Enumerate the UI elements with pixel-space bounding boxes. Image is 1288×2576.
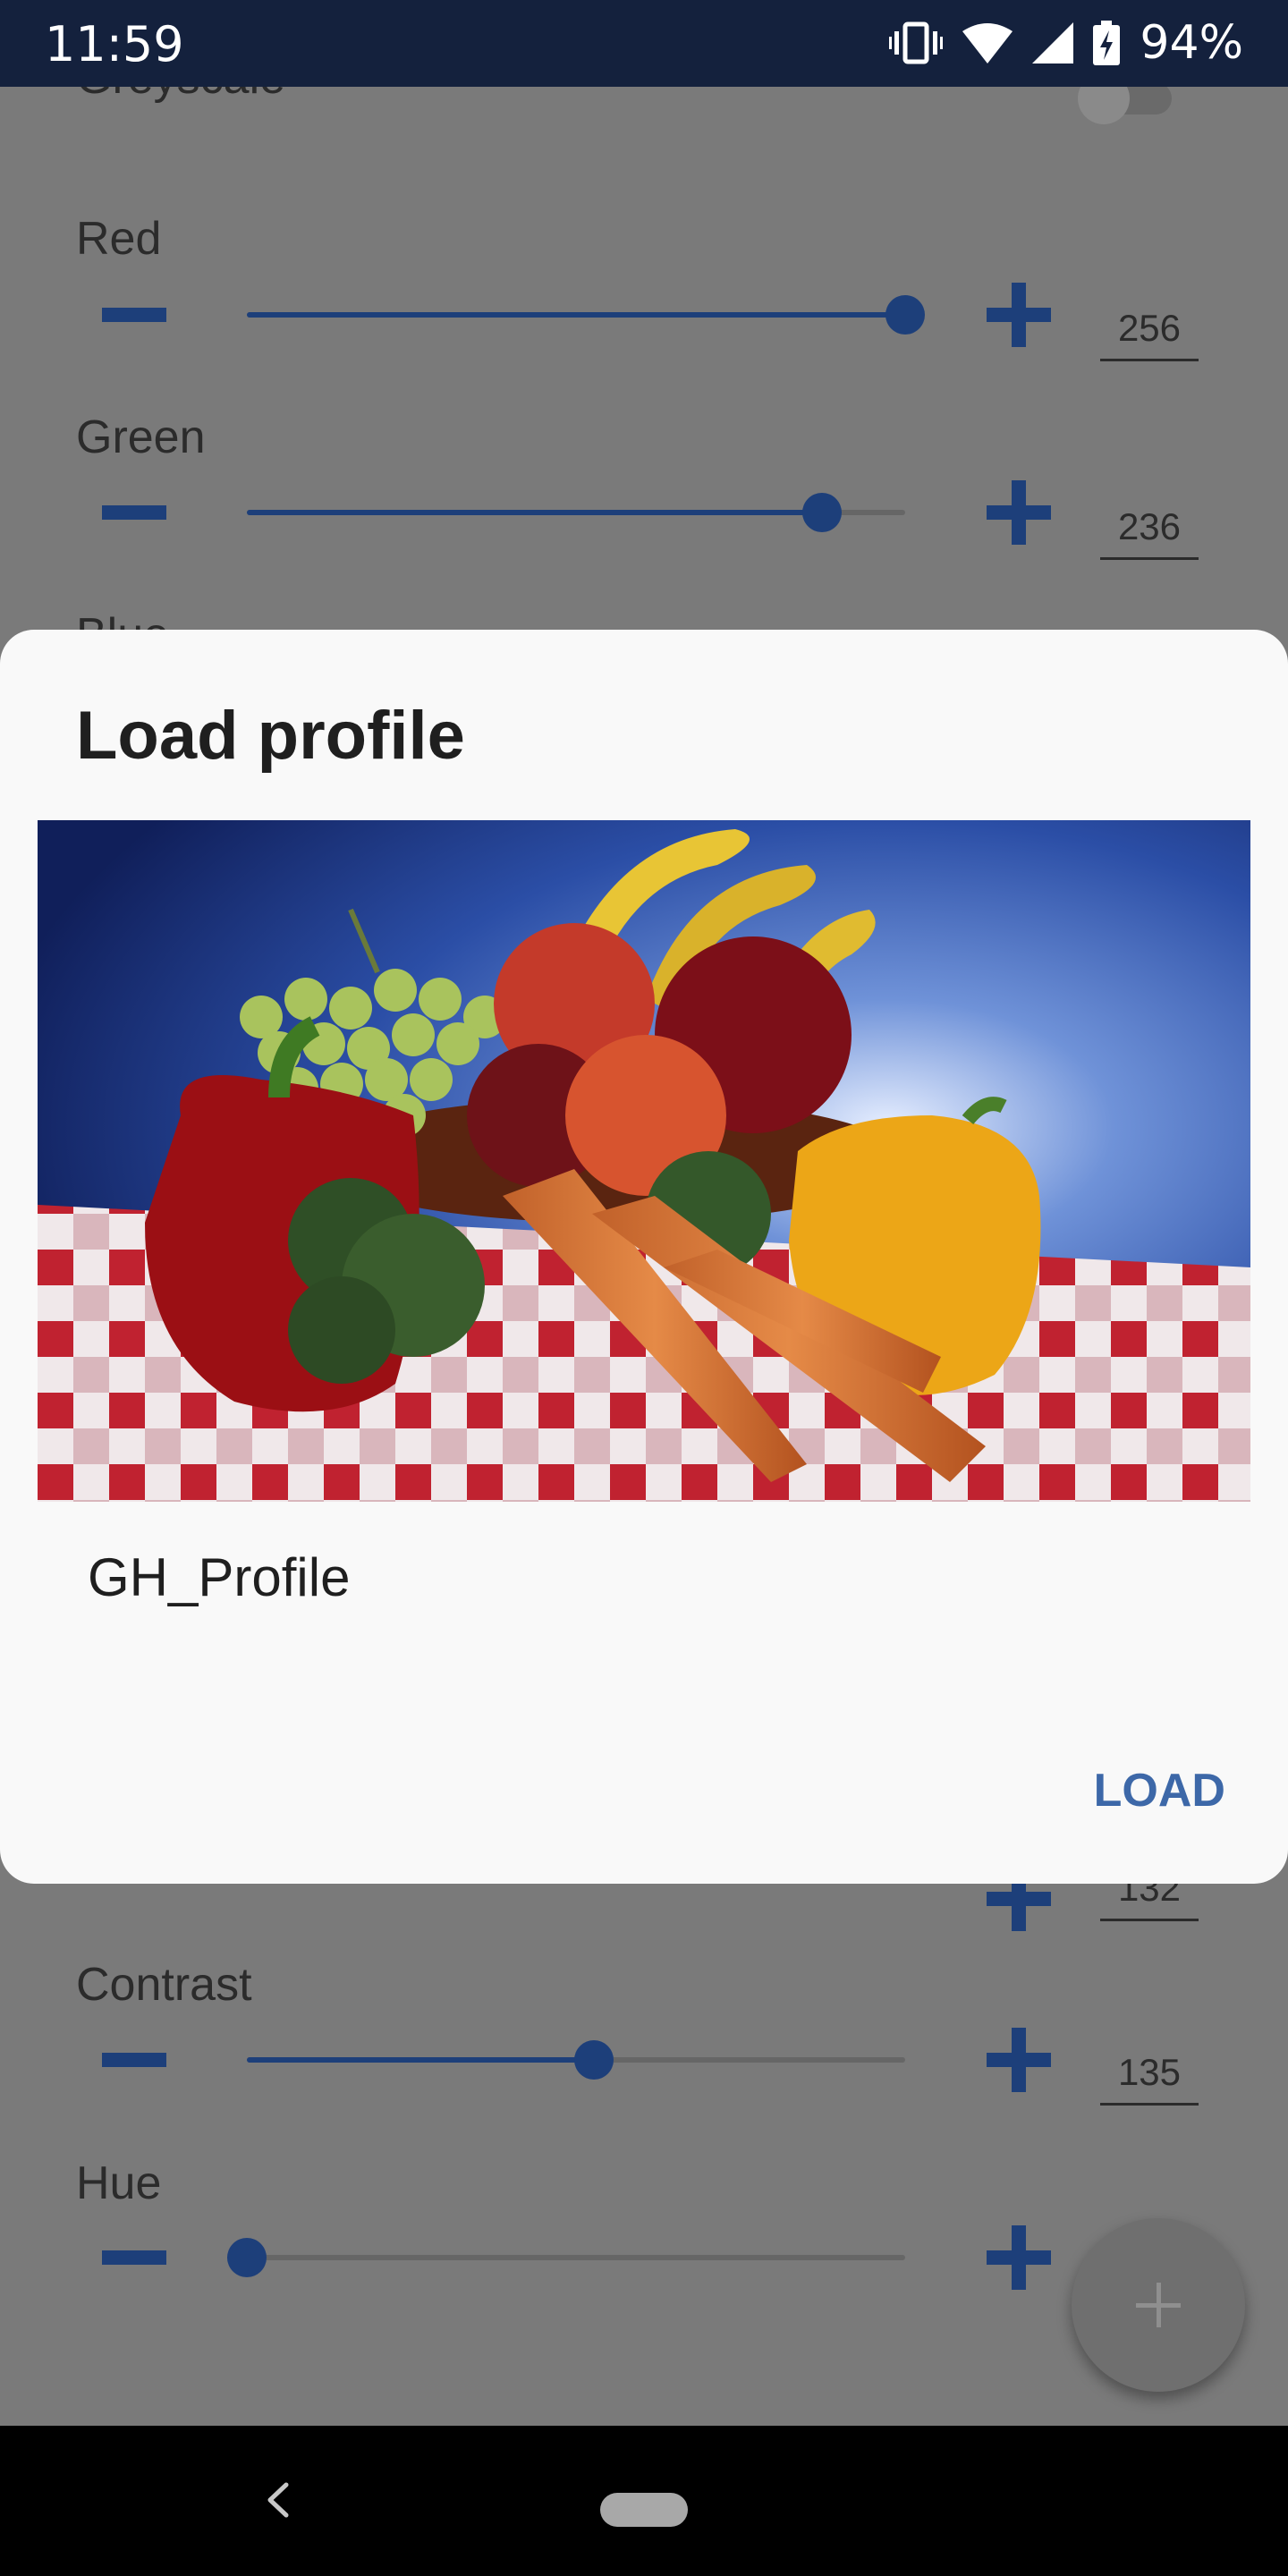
- add-profile-fab[interactable]: [1072, 2218, 1245, 2392]
- red-slider-thumb[interactable]: [886, 295, 925, 335]
- profile-preview-image[interactable]: [38, 820, 1250, 1502]
- contrast-label: Contrast: [76, 1959, 252, 2011]
- green-slider-thumb[interactable]: [801, 493, 842, 532]
- greyscale-toggle[interactable]: [1078, 87, 1181, 124]
- contrast-value-field[interactable]: 135: [1100, 2051, 1199, 2106]
- red-slider[interactable]: [247, 295, 925, 335]
- load-profile-dialog: Load profile GH_Profile LOAD: [0, 630, 1288, 1884]
- contrast-slider[interactable]: [247, 2040, 905, 2080]
- contrast-minus-button[interactable]: [102, 2053, 166, 2067]
- red-minus-button[interactable]: [102, 308, 166, 322]
- signal-icon: [1032, 22, 1074, 64]
- hue-label: Hue: [76, 2157, 162, 2209]
- red-label: Red: [76, 213, 162, 265]
- vibrate-icon: [889, 21, 944, 65]
- status-icons: 94%: [889, 16, 1243, 70]
- status-time: 11:59: [45, 16, 184, 72]
- green-value-field[interactable]: 236: [1100, 505, 1199, 560]
- contrast-plus-button[interactable]: [987, 2028, 1051, 2092]
- hue-slider[interactable]: [227, 2238, 905, 2277]
- toggle-knob: [1078, 87, 1130, 124]
- contrast-slider-fill: [247, 2057, 594, 2063]
- battery-percentage: 94%: [1140, 16, 1243, 70]
- wifi-icon: [962, 22, 1013, 64]
- green-slider[interactable]: [247, 493, 905, 532]
- green-minus-button[interactable]: [102, 505, 166, 520]
- red-plus-button[interactable]: [987, 283, 1051, 347]
- dialog-title: Load profile: [76, 698, 465, 774]
- hue-plus-button[interactable]: [987, 2225, 1051, 2290]
- battery-charging-icon: [1093, 21, 1121, 65]
- load-button[interactable]: LOAD: [1064, 1755, 1225, 1826]
- hue-slider-thumb[interactable]: [227, 2238, 267, 2277]
- red-value-field[interactable]: 256: [1100, 307, 1199, 361]
- red-slider-fill: [247, 312, 905, 318]
- profile-name-item[interactable]: GH_Profile: [88, 1546, 350, 1608]
- contrast-slider-thumb[interactable]: [573, 2040, 614, 2080]
- greyscale-label: Greyscale: [76, 87, 285, 105]
- status-bar: 11:59 94%: [0, 0, 1288, 87]
- home-pill-button[interactable]: [600, 2493, 688, 2527]
- vegetables-photo: [38, 820, 1250, 1502]
- back-icon[interactable]: [258, 2478, 302, 2522]
- green-slider-fill: [247, 510, 822, 515]
- navigation-bar: [0, 2426, 1288, 2576]
- hue-minus-button[interactable]: [102, 2250, 166, 2265]
- green-label: Green: [76, 411, 206, 463]
- green-plus-button[interactable]: [987, 480, 1051, 545]
